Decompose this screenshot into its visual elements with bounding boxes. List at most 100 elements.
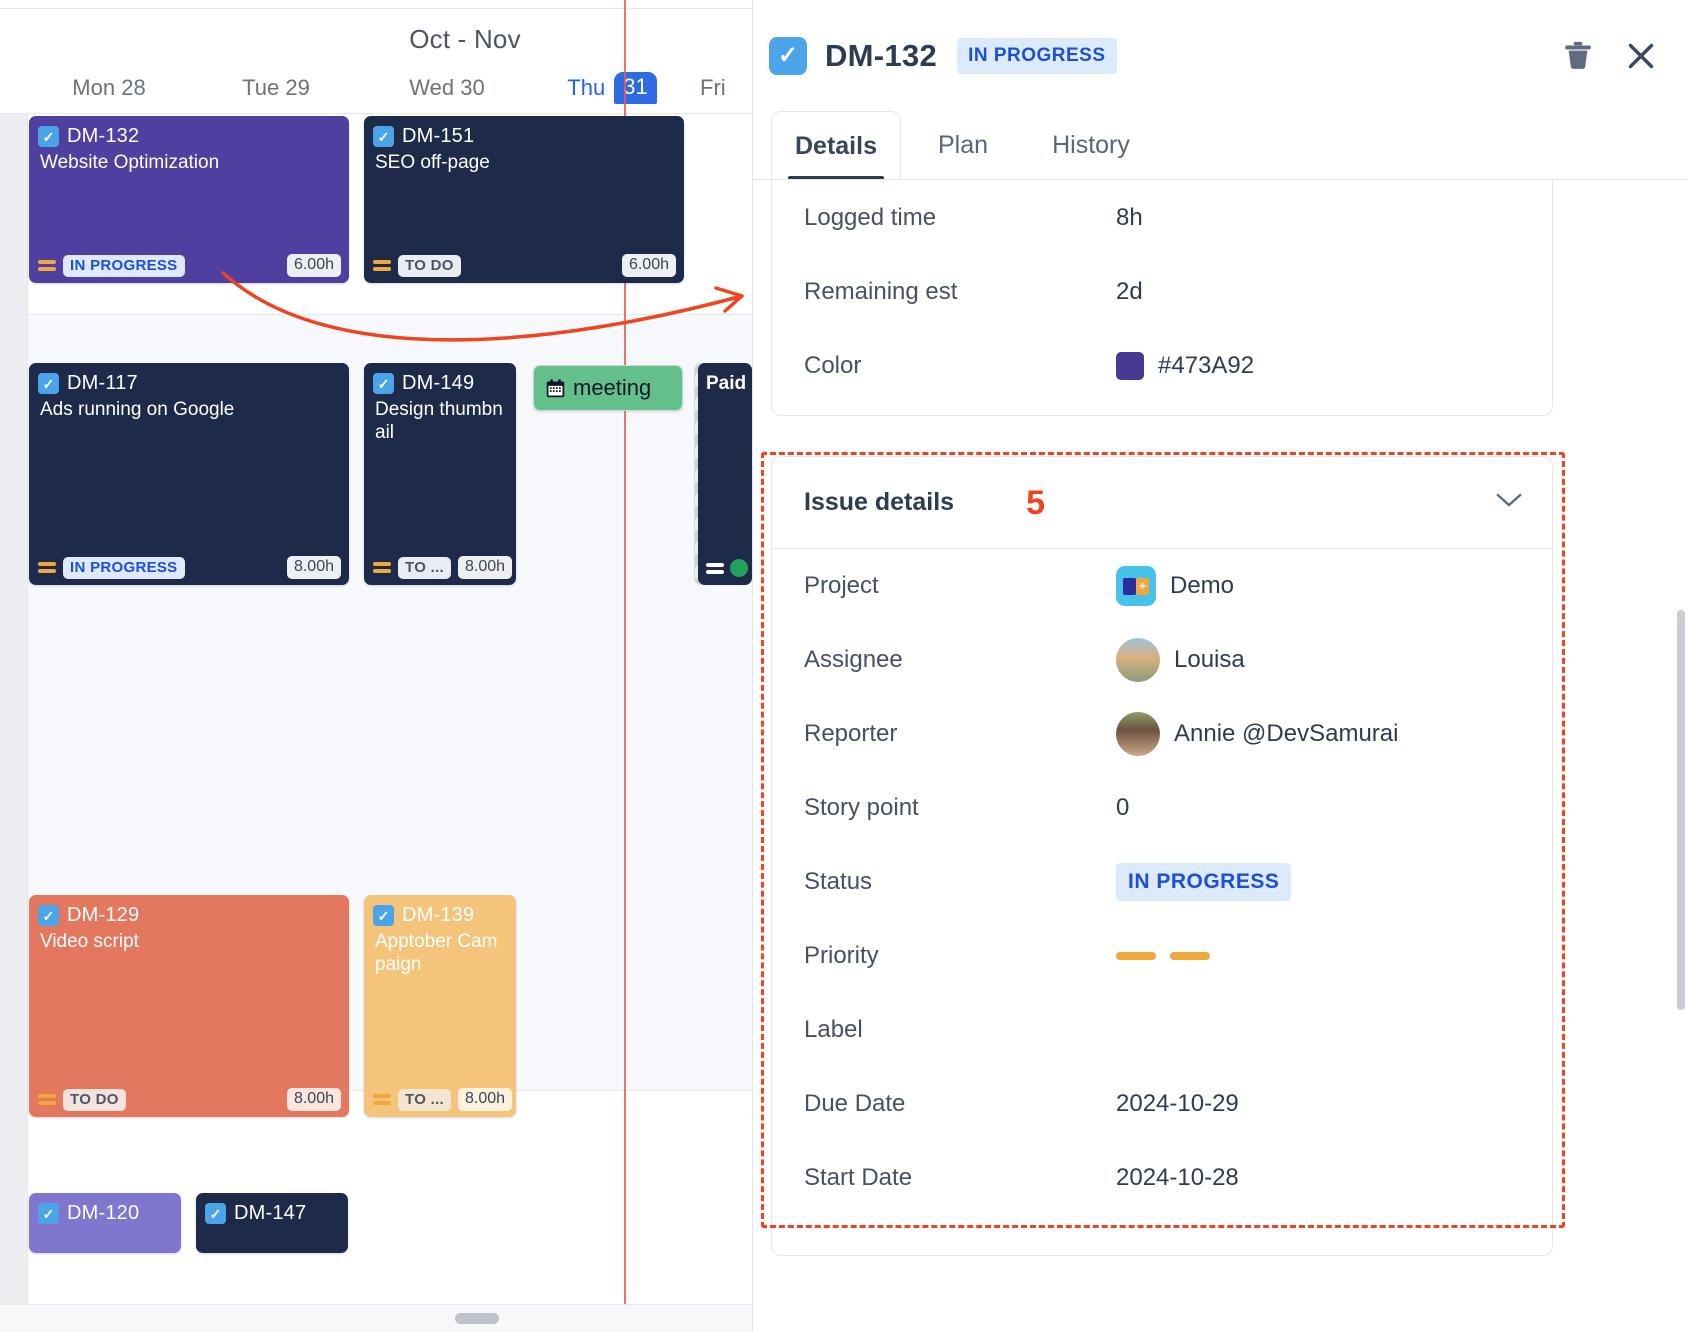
task-card-dm-151[interactable]: ✓ DM-151 SEO off-page TO DO 6.00h xyxy=(364,116,684,283)
day-header-mon[interactable]: Mon 28 xyxy=(28,66,190,110)
card-key-row: ✓ DM-139 xyxy=(364,895,516,927)
issue-status-badge: IN PROGRESS xyxy=(957,37,1117,74)
task-card-dm-139[interactable]: ✓ DM-139 Apptober Campaign TO ... 8.00h xyxy=(364,895,516,1117)
card-status-badge: TO DO xyxy=(63,1088,126,1111)
card-footer: IN PROGRESS 8.00h xyxy=(29,556,349,579)
task-card-dm-120[interactable]: ✓ DM-120 xyxy=(29,1193,181,1253)
tab-details[interactable]: Details xyxy=(771,111,901,180)
tab-plan[interactable]: Plan xyxy=(913,111,1013,180)
field-value: Annie @DevSamurai xyxy=(1174,720,1399,747)
card-status-badge: IN PROGRESS xyxy=(63,556,185,579)
field-row-logged-time[interactable]: Logged time 8h xyxy=(772,181,1552,255)
card-key: DM-139 xyxy=(402,904,475,926)
day-header-label: Wed xyxy=(409,75,455,100)
card-key: DM-117 xyxy=(67,372,138,394)
horizontal-scrollbar[interactable] xyxy=(0,1304,752,1332)
day-header-label: Tue xyxy=(242,75,280,100)
task-card-dm-147[interactable]: ✓ DM-147 xyxy=(196,1193,348,1253)
card-key: DM-149 xyxy=(402,372,475,394)
task-card-dm-132[interactable]: ✓ DM-132 Website Optimization IN PROGRES… xyxy=(29,116,349,283)
field-row-story-point[interactable]: Story point 0 xyxy=(772,771,1552,845)
tab-history[interactable]: History xyxy=(1021,111,1161,180)
field-label: Reporter xyxy=(804,720,898,747)
trash-icon[interactable] xyxy=(1561,38,1595,74)
issue-details-header[interactable]: Issue details 5 xyxy=(772,457,1552,549)
field-value: 2024-10-28 xyxy=(1116,1164,1239,1191)
field-value: 2d xyxy=(1116,278,1143,305)
card-hours: 6.00h xyxy=(286,254,341,277)
priority-medium-icon xyxy=(38,257,56,274)
check-icon[interactable]: ✓ xyxy=(38,1203,59,1224)
day-header-number: 28 xyxy=(121,75,146,100)
panel-tabs: Details Plan History xyxy=(753,111,1688,180)
card-footer: TO ... 8.00h xyxy=(364,556,516,579)
check-icon[interactable]: ✓ xyxy=(38,126,59,147)
field-label: Logged time xyxy=(804,204,937,231)
check-icon[interactable]: ✓ xyxy=(373,373,394,394)
color-swatch-icon xyxy=(1116,352,1144,380)
field-value: #473A92 xyxy=(1158,352,1255,379)
field-label: Due Date xyxy=(804,1090,906,1117)
field-row-assignee[interactable]: Assignee Louisa xyxy=(772,623,1552,697)
check-icon[interactable]: ✓ xyxy=(373,905,394,926)
field-row-color[interactable]: Color #473A92 xyxy=(772,329,1552,403)
panel-scrollbar[interactable] xyxy=(1677,610,1685,1010)
field-label: Start Date xyxy=(804,1164,913,1191)
field-value: 8h xyxy=(1116,204,1143,231)
field-row-project[interactable]: Project + Demo xyxy=(772,549,1552,623)
card-key-row: ✓ DM-149 xyxy=(364,363,516,395)
calendar-range-title: Oct - Nov xyxy=(409,24,521,54)
day-header-wed[interactable]: Wed 30 xyxy=(362,66,532,110)
field-label: Assignee xyxy=(804,646,903,673)
task-card-dm-129[interactable]: ✓ DM-129 Video script TO DO 8.00h xyxy=(29,895,349,1117)
check-icon[interactable]: ✓ xyxy=(38,905,59,926)
field-label: Story point xyxy=(804,794,919,821)
field-value-group: IN PROGRESS xyxy=(1116,863,1292,901)
field-row-reporter[interactable]: Reporter Annie @DevSamurai xyxy=(772,697,1552,771)
field-row-remaining-est[interactable]: Remaining est 2d xyxy=(772,255,1552,329)
tab-label: Plan xyxy=(937,131,989,159)
avatar xyxy=(1116,712,1160,756)
day-header-thu-today[interactable]: Thu 31 xyxy=(532,66,692,110)
card-summary: Ads running on Google xyxy=(40,399,235,420)
card-summary: Apptober Campaign xyxy=(375,931,498,976)
card-key: DM-120 xyxy=(67,1202,140,1224)
field-label: Project xyxy=(804,572,879,599)
card-summary: Design thumbnail xyxy=(375,399,503,444)
issue-detail-panel: ✓ DM-132 IN PROGRESS Details Plan Histor… xyxy=(752,0,1688,1332)
day-header-fri[interactable]: Fri xyxy=(692,66,752,110)
tab-label: Details xyxy=(795,131,877,160)
task-check-icon[interactable]: ✓ xyxy=(769,36,807,75)
card-summary: Website Optimization xyxy=(40,152,220,173)
field-label: Status xyxy=(804,868,873,895)
scrollbar-thumb[interactable] xyxy=(455,1313,499,1324)
check-icon[interactable]: ✓ xyxy=(38,373,59,394)
card-status-badge: IN PROGRESS xyxy=(63,254,185,277)
field-row-label[interactable]: Label xyxy=(772,993,1552,1067)
event-label: meeting xyxy=(573,375,652,400)
priority-medium-icon xyxy=(1116,947,1210,965)
day-header-number: 29 xyxy=(285,75,310,100)
field-row-priority[interactable]: Priority xyxy=(772,919,1552,993)
task-card-dm-117[interactable]: ✓ DM-117 Ads running on Google IN PROGRE… xyxy=(29,363,349,585)
field-value-group: #473A92 xyxy=(1116,352,1254,380)
priority-medium-icon xyxy=(373,257,391,274)
status-badge: IN PROGRESS xyxy=(1116,863,1292,901)
today-badge: 31 xyxy=(614,72,657,104)
priority-medium-icon xyxy=(38,559,56,576)
day-header-tue[interactable]: Tue 29 xyxy=(190,66,362,110)
close-icon[interactable] xyxy=(1623,38,1659,74)
chevron-down-icon[interactable] xyxy=(1494,491,1524,514)
task-card-paid[interactable]: Paid xyxy=(698,363,752,585)
check-icon[interactable]: ✓ xyxy=(205,1203,226,1224)
card-key: Paid xyxy=(706,373,747,394)
check-icon[interactable]: ✓ xyxy=(373,126,394,147)
task-card-dm-149[interactable]: ✓ DM-149 Design thumbnail TO ... 8.00h xyxy=(364,363,516,585)
field-row-status[interactable]: Status IN PROGRESS xyxy=(772,845,1552,919)
card-status-badge: TO ... xyxy=(398,1088,452,1111)
calendar-event-meeting[interactable]: meeting xyxy=(533,365,683,411)
field-row-start-date[interactable]: Start Date 2024-10-28 xyxy=(772,1141,1552,1215)
priority-medium-icon xyxy=(373,559,391,576)
card-hours: 8.00h xyxy=(286,1088,341,1111)
field-row-due-date[interactable]: Due Date 2024-10-29 xyxy=(772,1067,1552,1141)
